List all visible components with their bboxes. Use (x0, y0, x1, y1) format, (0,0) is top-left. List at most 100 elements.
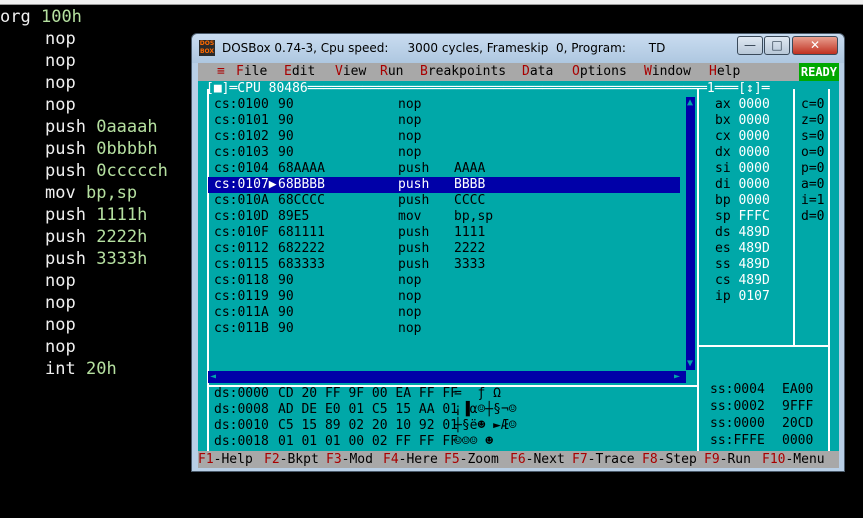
code-vertical-scrollbar[interactable]: ▲ ▼ (686, 97, 695, 370)
register-cs[interactable]: cs 489D (715, 273, 770, 289)
fkey-key: F3 (326, 452, 342, 467)
menu-item[interactable]: Data (522, 63, 553, 81)
dump-ascii: ☺☺☺ ☻ (454, 434, 494, 449)
menu-item[interactable]: Options (572, 63, 627, 81)
register-ax[interactable]: ax 0000 (715, 97, 770, 113)
menu-hotkey: O (572, 64, 580, 79)
fkey-f10[interactable]: F10-Menu (762, 451, 825, 468)
menu-item[interactable]: ≡ (217, 63, 225, 81)
flag[interactable]: p=0 (801, 161, 824, 177)
window-titlebar[interactable]: DOS BOX DOSBox 0.74-3, Cpu speed: 3000 cy… (192, 34, 844, 63)
register-sp[interactable]: sp FFFC (715, 209, 770, 225)
disassembly-bytes: 90 (278, 113, 294, 128)
flag[interactable]: i=1 (801, 193, 824, 209)
flag[interactable]: o=0 (801, 145, 824, 161)
register-si[interactable]: si 0000 (715, 161, 770, 177)
disassembly-mnem: nop (398, 273, 422, 288)
menu-item[interactable]: View (335, 63, 366, 81)
fkey-f5[interactable]: F5-Zoom (444, 451, 499, 468)
register-name: cx (715, 129, 731, 144)
disassembly-row[interactable]: cs:010D 89E5 mov bp,sp (214, 209, 686, 225)
fkey-f9[interactable]: F9-Run (704, 451, 751, 468)
flag[interactable]: c=0 (801, 97, 824, 113)
menu-item[interactable]: Help (709, 63, 740, 81)
code-keyword: int (45, 359, 76, 379)
stack-row[interactable]: ss:0000 20CD (710, 415, 813, 432)
register-bp[interactable]: bp 0000 (715, 193, 770, 209)
register-ip[interactable]: ip 0107 (715, 289, 770, 305)
disassembly-ops: bp,sp (454, 209, 494, 224)
menu-item[interactable]: File (236, 63, 267, 81)
disassembly-row[interactable]: cs:0118 90 nop (214, 273, 686, 289)
disassembly-addr: cs:0103 (214, 145, 269, 160)
frame-divider-code-regs (697, 89, 699, 451)
stack-value: EA00 (782, 382, 814, 397)
stack-row[interactable]: ss:0004 EA00 (710, 381, 813, 398)
disassembly-row[interactable]: cs:010F 681111 push 1111 (214, 225, 686, 241)
disassembly-row[interactable]: cs:0115 683333 push 3333 (214, 257, 686, 273)
scroll-up-icon[interactable]: ▲ (687, 98, 693, 108)
menu-item[interactable]: Edit (284, 63, 315, 81)
menu-item[interactable]: Breakpoints (420, 63, 506, 81)
menu-item[interactable]: Window (644, 63, 691, 81)
disassembly-row[interactable]: cs:0100 90 nop (214, 97, 686, 113)
register-dx[interactable]: dx 0000 (715, 145, 770, 161)
register-es[interactable]: es 489D (715, 241, 770, 257)
flag[interactable]: z=0 (801, 113, 824, 129)
scroll-left-icon[interactable]: ◄ (210, 372, 216, 382)
code-line: org 100h (0, 6, 82, 28)
fkey-f2[interactable]: F2-Bkpt (264, 451, 319, 468)
register-name: si (715, 161, 731, 176)
register-ds[interactable]: ds 489D (715, 225, 770, 241)
disassembly-bytes: 683333 (278, 257, 325, 272)
dump-row[interactable]: ds:0010 C5 15 89 02 20 10 92 01 ┼§ë☻ ►Æ☺ (214, 418, 517, 434)
minimize-icon: — (744, 38, 756, 52)
close-button[interactable]: ✕ (792, 36, 838, 55)
disassembly-row[interactable]: cs:0103 90 nop (214, 145, 686, 161)
flag[interactable]: d=0 (801, 209, 824, 225)
flag[interactable]: a=0 (801, 177, 824, 193)
dump-row[interactable]: ds:0000 CD 20 FF 9F 00 EA FF FF = ƒ Ω (214, 386, 501, 402)
register-cx[interactable]: cx 0000 (715, 129, 770, 145)
maximize-button[interactable]: □ (764, 36, 790, 55)
fkey-f1[interactable]: F1-Help (198, 451, 253, 468)
menu-item[interactable]: Run (380, 63, 403, 81)
fkey-f6[interactable]: F6-Next (510, 451, 565, 468)
disassembly-row[interactable]: cs:0101 90 nop (214, 113, 686, 129)
disassembly-row[interactable]: cs:0112 682222 push 2222 (214, 241, 686, 257)
disassembly-row[interactable]: cs:0107▶ 68BBBB push BBBB (208, 177, 680, 193)
disassembly-row[interactable]: cs:010A 68CCCC push CCCC (214, 193, 686, 209)
minimize-button[interactable]: — (737, 36, 763, 55)
stack-row[interactable]: ss:0002 9FFF (710, 398, 813, 415)
fkey-f7[interactable]: F7-Trace (572, 451, 635, 468)
disassembly-row[interactable]: cs:0104 68AAAA push AAAA (214, 161, 686, 177)
disassembly-row[interactable]: cs:0119 90 nop (214, 289, 686, 305)
dump-row[interactable]: ds:0018 01 01 01 00 02 FF FF FF ☺☺☺ ☻ (214, 434, 493, 450)
scroll-right-icon[interactable]: ► (674, 372, 680, 382)
menu-hotkey: E (284, 64, 292, 79)
fkey-f4[interactable]: F4-Here (383, 451, 438, 468)
dump-ascii: ¡▐α☺┼§¬☺ (454, 402, 517, 417)
stack-row[interactable]: ss:FFFE 0000 (710, 432, 813, 449)
register-name: ax (715, 97, 731, 112)
menu-hotkey: V (335, 64, 343, 79)
code-keyword: org (0, 7, 31, 27)
fkey-f8[interactable]: F8-Step (642, 451, 697, 468)
disassembly-row[interactable]: cs:011B 90 nop (214, 321, 686, 337)
dos-screen[interactable]: ≡ File Edit View Run Breakpoints Data Options Wi… (198, 63, 839, 468)
fkey-label: -Menu (785, 452, 825, 467)
register-bx[interactable]: bx 0000 (715, 113, 770, 129)
stack-address: ss:0002 (710, 399, 765, 414)
scroll-down-icon[interactable]: ▼ (687, 359, 693, 369)
cpu-pane-title[interactable]: [■]═CPU 80486═══════════════════════════… (206, 81, 770, 97)
dump-row[interactable]: ds:0008 AD DE E0 01 C5 15 AA 01 ¡▐α☺┼§¬☺ (214, 402, 517, 418)
register-di[interactable]: di 0000 (715, 177, 770, 193)
fkey-f3[interactable]: F3-Mod (326, 451, 373, 468)
register-ss[interactable]: ss 489D (715, 257, 770, 273)
disassembly-addr: cs:0118 (214, 273, 269, 288)
dosbox-window[interactable]: DOS BOX DOSBox 0.74-3, Cpu speed: 3000 cy… (191, 33, 845, 472)
code-horizontal-scrollbar[interactable]: ◄ ► (208, 371, 686, 383)
flag[interactable]: s=0 (801, 129, 824, 145)
disassembly-row[interactable]: cs:0102 90 nop (214, 129, 686, 145)
disassembly-row[interactable]: cs:011A 90 nop (214, 305, 686, 321)
